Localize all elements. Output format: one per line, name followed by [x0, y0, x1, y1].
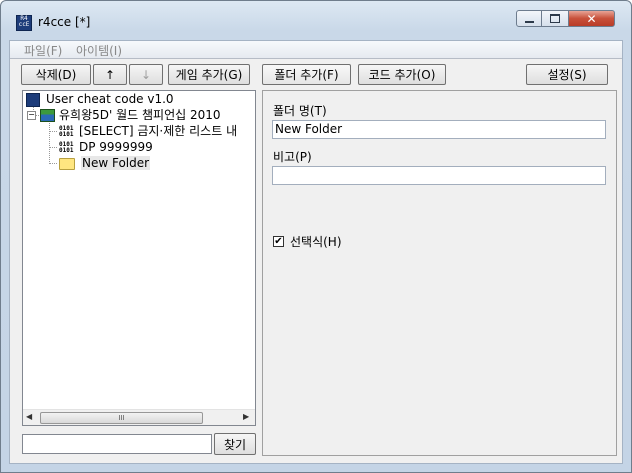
close-button[interactable]: ✕ — [568, 10, 615, 27]
delete-button[interactable]: 삭제(D) — [21, 64, 91, 85]
tree-root[interactable]: User cheat code v1.0 — [26, 91, 174, 107]
add-game-button[interactable]: 게임 추가(G) — [168, 64, 250, 85]
find-button[interactable]: 찾기 — [214, 433, 256, 455]
tree-line — [49, 131, 57, 132]
settings-button[interactable]: 설정(S) — [526, 64, 608, 85]
selectable-checkbox[interactable]: ✔ — [273, 236, 284, 247]
minimize-button[interactable] — [516, 10, 542, 27]
search-input[interactable] — [22, 434, 212, 454]
tree-item-label: [SELECT] 금지·제한 리스트 내 — [79, 124, 238, 138]
scroll-grip: III — [118, 414, 125, 422]
tree-line — [49, 147, 57, 148]
folder-icon — [59, 157, 75, 170]
close-icon: ✕ — [586, 11, 597, 26]
tree-line — [49, 163, 57, 164]
tree-item-label: New Folder — [81, 156, 151, 170]
collapse-icon: − — [27, 110, 36, 120]
cheat-db-icon — [26, 92, 40, 107]
tree-game-label: 유희왕5D' 월드 챔피언십 2010 — [59, 108, 221, 122]
tree-item[interactable]: 0101 0101 [SELECT] 금지·제한 리스트 내 — [59, 123, 237, 139]
window-title: r4cce [*] — [38, 15, 91, 29]
add-code-button[interactable]: 코드 추가(O) — [358, 64, 446, 85]
tree-line — [49, 123, 50, 164]
app-icon: R4 ccE — [16, 15, 32, 31]
move-down-button[interactable]: ↓ — [129, 64, 163, 85]
client-area: 파일(F) 아이템(I) 삭제(D) ↑ ↓ 게임 추가(G) 폴더 추가(F)… — [9, 40, 623, 464]
add-folder-button[interactable]: 폴더 추가(F) — [262, 64, 351, 85]
scroll-left-icon[interactable]: ◀ — [26, 412, 32, 421]
tree-item[interactable]: 0101 0101 DP 9999999 — [59, 139, 153, 155]
selectable-label[interactable]: 선택식(H) — [290, 233, 342, 250]
maximize-button[interactable] — [542, 10, 568, 27]
scroll-right-icon[interactable]: ▶ — [243, 412, 249, 421]
minimize-icon — [524, 20, 534, 23]
tree-item-selected[interactable]: New Folder — [59, 155, 151, 171]
tree-game[interactable]: − 유희왕5D' 월드 챔피언십 2010 — [27, 107, 221, 123]
game-icon — [40, 109, 55, 122]
menu-bar: 파일(F) 아이템(I) — [10, 41, 622, 59]
menu-item[interactable]: 아이템(I) — [76, 42, 122, 59]
folder-name-field[interactable]: New Folder — [272, 120, 606, 139]
code-icon: 0101 0101 — [59, 124, 74, 138]
cheat-tree[interactable]: User cheat code v1.0 − 유희왕5D' 월드 챔피언십 201… — [22, 90, 256, 426]
title-bar[interactable]: R4 ccE r4cce [*] ✕ — [1, 1, 631, 33]
note-label: 비고(P) — [273, 150, 312, 164]
maximize-icon — [550, 14, 560, 23]
tree-root-label: User cheat code v1.0 — [46, 92, 174, 106]
note-field[interactable] — [272, 166, 606, 185]
horizontal-scrollbar[interactable]: ◀ III ▶ — [23, 409, 255, 425]
move-up-button[interactable]: ↑ — [93, 64, 127, 85]
code-icon: 0101 0101 — [59, 140, 74, 154]
menu-file[interactable]: 파일(F) — [24, 42, 62, 59]
folder-name-label: 폴더 명(T) — [273, 104, 327, 118]
app-window: R4 ccE r4cce [*] ✕ 파일(F) 아이템(I) 삭제(D) ↑ … — [0, 0, 632, 473]
scroll-thumb[interactable]: III — [40, 412, 203, 424]
tree-item-label: DP 9999999 — [79, 140, 153, 154]
check-icon: ✔ — [274, 236, 283, 247]
properties-panel: 폴더 명(T) New Folder 비고(P) ✔ 선택식(H) — [262, 90, 617, 456]
